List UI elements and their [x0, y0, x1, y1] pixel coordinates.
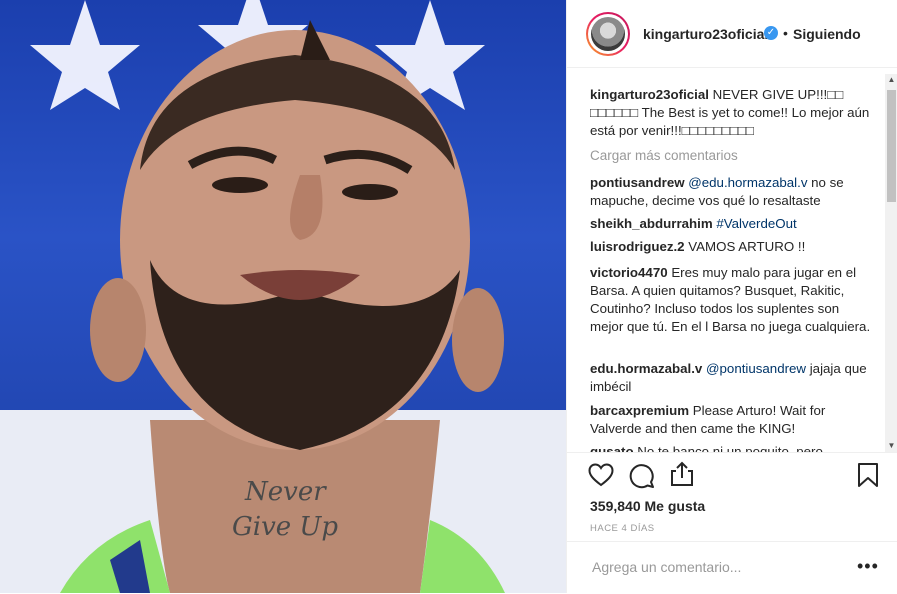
following-button[interactable]: Siguiendo: [793, 26, 861, 42]
separator-dot: •: [783, 25, 788, 41]
comment-username[interactable]: edu.hormazabal.v: [590, 361, 702, 376]
comment-item: edu.hormazabal.v @pontiusandrew jajaja q…: [590, 360, 875, 396]
comment-hashtag[interactable]: #ValverdeOut: [716, 216, 796, 231]
avatar[interactable]: [586, 12, 630, 56]
comment-text: VAMOS ARTURO !!: [688, 239, 806, 254]
bookmark-icon[interactable]: [857, 462, 879, 488]
heart-icon[interactable]: [588, 463, 614, 487]
add-comment-bar: •••: [567, 541, 897, 594]
comment-username[interactable]: victorio4470: [590, 265, 668, 280]
comment-username[interactable]: barcaxpremium: [590, 403, 689, 418]
portrait-illustration: Never Give Up: [0, 0, 566, 593]
comment-item: barcaxpremium Please Arturo! Wait for Va…: [590, 402, 875, 438]
tattoo-text-never: Never: [244, 477, 327, 507]
post-header: kingarturo23oficial ✓ • Siguiendo: [567, 0, 897, 68]
tattoo-text-giveup: Give Up: [232, 512, 338, 542]
comment-mention[interactable]: @edu.hormazabal.v: [688, 175, 807, 190]
comment-username[interactable]: luisrodriguez.2: [590, 239, 685, 254]
header-username[interactable]: kingarturo23oficial: [643, 26, 768, 42]
comment-username[interactable]: sheikh_abdurrahim: [590, 216, 713, 231]
comment-text: No te banco ni un poquito, pero: [637, 444, 823, 452]
likes-count[interactable]: 359,840 Me gusta: [590, 498, 705, 514]
post-photo[interactable]: Never Give Up: [0, 0, 566, 593]
caption: kingarturo23oficial NEVER GIVE UP!!!□□ □…: [590, 86, 875, 140]
post-timestamp[interactable]: HACE 4 DÍAS: [590, 523, 655, 534]
scroll-down-arrow-icon[interactable]: ▼: [885, 440, 897, 452]
comments-scrollbar[interactable]: ▲ ▼: [885, 74, 897, 452]
comment-item: sheikh_abdurrahim #ValverdeOut: [590, 215, 875, 233]
comment-mention[interactable]: @pontiusandrew: [706, 361, 806, 376]
comment-username[interactable]: gusato: [590, 444, 634, 452]
verified-badge-icon: ✓: [764, 26, 778, 40]
share-icon[interactable]: [670, 461, 694, 487]
comment-input[interactable]: [590, 558, 834, 576]
comment-item: pontiusandrew @edu.hormazabal.v no se ma…: [590, 174, 875, 210]
comments-list: kingarturo23oficial NEVER GIVE UP!!!□□ □…: [567, 68, 885, 452]
scroll-up-arrow-icon[interactable]: ▲: [885, 74, 897, 86]
caption-username[interactable]: kingarturo23oficial: [590, 87, 709, 102]
comment-item: gusato No te banco ni un poquito, pero: [590, 443, 875, 452]
comment-item: luisrodriguez.2 VAMOS ARTURO !!: [590, 238, 875, 256]
post-actions: 359,840 Me gusta HACE 4 DÍAS •••: [567, 452, 897, 594]
comment-bubble-icon[interactable]: [629, 463, 655, 489]
post-side-panel: kingarturo23oficial ✓ • Siguiendo kingar…: [566, 0, 897, 593]
comment-item: victorio4470 Eres muy malo para jugar en…: [590, 264, 875, 336]
comment-username[interactable]: pontiusandrew: [590, 175, 685, 190]
load-more-comments-button[interactable]: Cargar más comentarios: [590, 148, 738, 163]
scrollbar-thumb[interactable]: [887, 90, 896, 202]
more-options-button[interactable]: •••: [857, 556, 879, 577]
